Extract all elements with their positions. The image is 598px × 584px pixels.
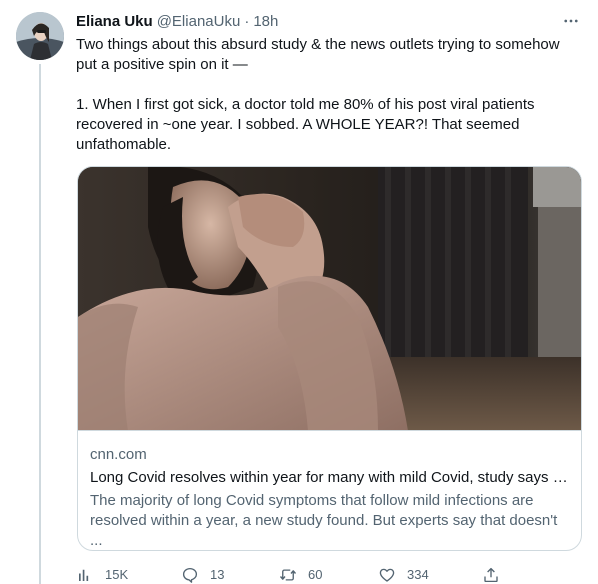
card-title: Long Covid resolves within year for many… (90, 469, 569, 486)
share-button[interactable] (482, 565, 500, 584)
more-options-button[interactable] (560, 10, 582, 32)
like-button[interactable]: 334 (378, 565, 429, 584)
card-photo (78, 167, 581, 430)
reply-icon (182, 567, 198, 583)
reply-button[interactable]: 13 (181, 565, 224, 584)
tweet[interactable]: Eliana Uku @ElianaUku · 18h Two things a… (76, 10, 584, 583)
more-horizontal-icon (564, 19, 578, 23)
tweet-header: Eliana Uku @ElianaUku · 18h (76, 12, 584, 32)
card-domain: cnn.com (90, 446, 147, 463)
analytics-icon (79, 569, 89, 581)
thread-line (39, 64, 41, 584)
card-description: The majority of long Covid symptoms that… (90, 492, 558, 549)
action-bar: 15K 13 60 334 (76, 565, 506, 584)
author-handle[interactable]: @ElianaUku (157, 12, 241, 32)
avatar[interactable] (16, 12, 64, 60)
card-image[interactable] (78, 167, 581, 431)
retweet-button[interactable]: 60 (279, 565, 322, 584)
views-count: 15K (105, 567, 129, 582)
tweet-text: Two things about this absurd study & the… (76, 36, 560, 153)
author-name[interactable]: Eliana Uku (76, 12, 153, 32)
timestamp[interactable]: 18h (253, 12, 278, 32)
share-icon (484, 567, 498, 583)
separator-dot: · (244, 13, 250, 30)
like-count: 334 (407, 567, 429, 582)
views-button[interactable]: 15K (76, 565, 128, 584)
card-body[interactable]: cnn.com Long Covid resolves within year … (78, 431, 581, 550)
link-card[interactable]: cnn.com Long Covid resolves within year … (77, 166, 582, 551)
retweet-icon (279, 569, 297, 581)
retweet-count: 60 (308, 567, 323, 582)
reply-count: 13 (210, 567, 225, 582)
heart-icon (379, 568, 395, 582)
avatar-image (16, 12, 64, 60)
